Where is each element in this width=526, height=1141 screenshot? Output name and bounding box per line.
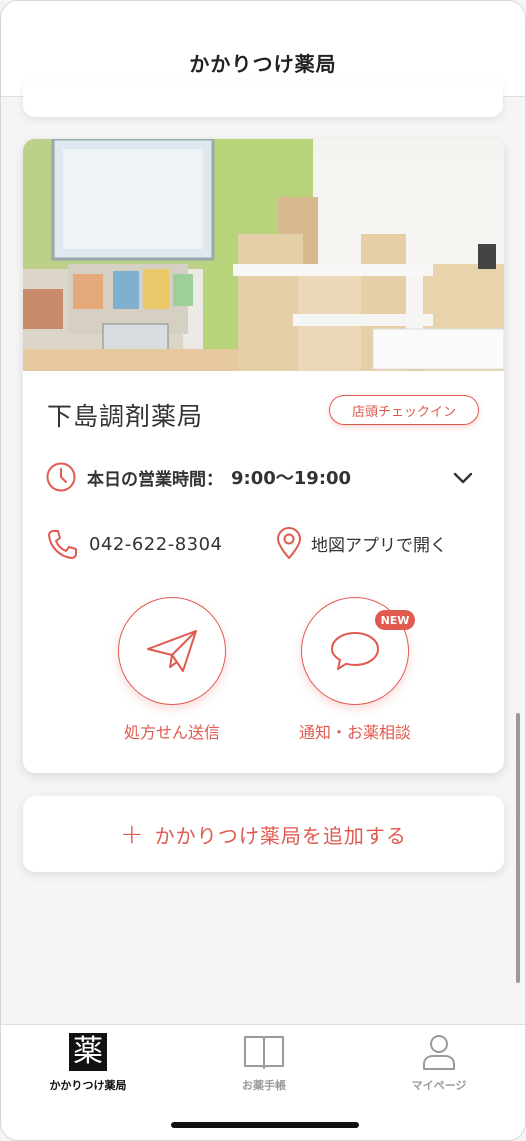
- pharmacy-card: 下島調剤薬局 店頭チェックイン 本日の営業時間： 9:00〜19:00 042-…: [23, 139, 504, 773]
- phone-link[interactable]: 042-622-8304: [45, 527, 223, 561]
- checkin-button[interactable]: 店頭チェックイン: [329, 395, 479, 425]
- map-pin-icon: [277, 527, 301, 559]
- map-label: 地図アプリで開く: [311, 535, 447, 556]
- map-link[interactable]: 地図アプリで開く: [275, 526, 447, 560]
- tab-pharmacy-label: かかりつけ薬局: [49, 1079, 127, 1092]
- send-prescription-label[interactable]: 処方せん送信: [92, 719, 252, 743]
- tab-pharmacy[interactable]: 薬 かかりつけ薬局: [13, 1033, 163, 1093]
- pharmacy-name: 下島調剤薬局: [47, 402, 204, 431]
- home-indicator: [171, 1122, 359, 1128]
- previous-card-edge: [23, 81, 503, 117]
- plus-icon: +: [120, 817, 145, 850]
- tab-medicine-notebook-label: お薬手帳: [242, 1079, 286, 1092]
- add-pharmacy-button[interactable]: + かかりつけ薬局を追加する: [23, 796, 504, 872]
- tab-medicine-notebook[interactable]: お薬手帳: [189, 1033, 339, 1093]
- paper-plane-icon: [147, 630, 197, 672]
- tab-mypage[interactable]: マイページ: [364, 1033, 514, 1093]
- chat-bubble-icon: [331, 632, 379, 670]
- phone-number: 042-622-8304: [89, 533, 223, 555]
- page-title: かかりつけ薬局: [189, 52, 337, 76]
- chevron-down-icon[interactable]: [453, 471, 473, 485]
- clock-icon: [46, 462, 76, 492]
- consult-label[interactable]: 通知・お薬相談: [275, 719, 435, 743]
- hours-label: 本日の営業時間：: [87, 469, 223, 490]
- hours-time: 9:00〜19:00: [231, 468, 352, 489]
- pharmacy-kanji-icon: 薬: [69, 1033, 107, 1071]
- pharmacy-photo: [23, 139, 504, 371]
- add-pharmacy-label: かかりつけ薬局を追加する: [154, 823, 407, 848]
- tab-mypage-label: マイページ: [411, 1079, 467, 1092]
- new-badge: NEW: [375, 610, 415, 630]
- book-icon: [244, 1036, 284, 1069]
- app-screen: かかりつけ薬局 下島調剤薬局 店頭チェックイン 本日の営業時間： 9:00〜19…: [0, 0, 526, 1141]
- scrollbar[interactable]: [516, 713, 520, 983]
- phone-icon: [48, 530, 77, 559]
- hours-row[interactable]: 本日の営業時間： 9:00〜19:00: [45, 459, 485, 495]
- person-icon: [423, 1035, 455, 1070]
- send-prescription-button[interactable]: [118, 597, 226, 705]
